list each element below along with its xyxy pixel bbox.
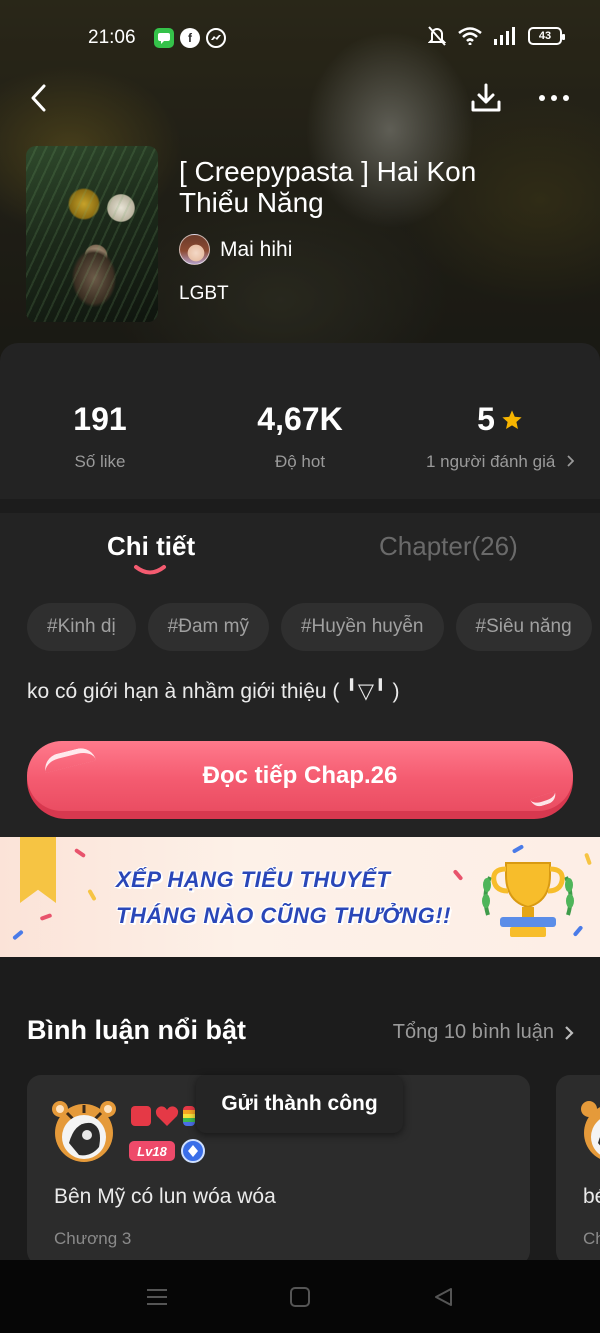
- commenter-avatar: [52, 1101, 116, 1162]
- more-dot: [551, 95, 557, 101]
- ranking-banner[interactable]: XẾP HẠNG TIỂU THUYẾT THÁNG NÀO CŨNG THƯỞ…: [0, 837, 600, 957]
- tag-list: #Kinh dị #Đam mỹ #Huyền huyễn #Siêu năng: [27, 603, 592, 651]
- bookmark-ribbon-icon: [20, 837, 56, 903]
- confetti-decoration: [73, 847, 87, 859]
- story-title: [ Creepypasta ] Hai Kon Thiểu Năng: [179, 156, 477, 218]
- heart-icon: [155, 1106, 179, 1126]
- top-navigation: [0, 76, 600, 120]
- commenter-avatar: [581, 1101, 600, 1159]
- likes-value: 191: [73, 401, 127, 437]
- status-time: 21:06: [88, 27, 136, 48]
- rating-value-row: 5: [420, 401, 580, 438]
- author-name: Mai hihi: [220, 237, 293, 261]
- trophy-icon: [482, 862, 574, 937]
- system-navigation-bar: [0, 1260, 600, 1333]
- chevron-right-icon: [567, 455, 575, 467]
- messages-icon: [154, 28, 174, 48]
- chevron-right-icon: [565, 1025, 574, 1040]
- comment-text: Bên Mỹ có lun wóa wóa: [54, 1185, 276, 1208]
- confetti-decoration: [511, 844, 525, 854]
- battery-level: 43: [538, 30, 552, 42]
- wifi-icon: [458, 27, 482, 45]
- download-icon: [471, 83, 501, 112]
- messenger-icon: [206, 28, 226, 48]
- stats-panel: 191 Số like 4,67K Độ hot 5 1 người đánh …: [0, 343, 600, 499]
- story-description: ko có giới hạn à nhầm giới thiệu ( ╹▽╹ ): [27, 680, 400, 703]
- home-square-icon: [290, 1287, 310, 1307]
- confetti-decoration: [12, 929, 24, 941]
- more-options-button[interactable]: [532, 78, 576, 118]
- mute-bell-icon: [428, 26, 446, 46]
- detail-section: Chi tiết Chapter(26) #Kinh dị #Đam mỹ #H…: [0, 513, 600, 837]
- signal-icon: [494, 27, 515, 45]
- tag-chip[interactable]: #Kinh dị: [27, 603, 136, 651]
- rating-label-row: 1 người đánh giá: [420, 452, 580, 472]
- verified-shield-icon: [181, 1139, 205, 1163]
- recent-apps-button[interactable]: [142, 1282, 172, 1312]
- author-avatar: [179, 234, 210, 265]
- author-link[interactable]: Mai hihi: [179, 234, 292, 265]
- download-button[interactable]: [466, 78, 506, 118]
- rainbow-flag-icon: [183, 1106, 195, 1126]
- tab-details[interactable]: Chi tiết: [107, 531, 195, 562]
- confetti-decoration: [452, 869, 464, 881]
- toast-message: Gửi thành công: [196, 1075, 403, 1133]
- tag-chip[interactable]: #Đam mỹ: [147, 603, 269, 651]
- comment-chapter: Ch: [583, 1229, 600, 1248]
- story-category[interactable]: LGBT: [179, 283, 229, 305]
- confetti-decoration: [584, 852, 592, 866]
- more-dot: [539, 95, 545, 101]
- menu-icon: [147, 1289, 167, 1305]
- user-badges: [131, 1105, 195, 1127]
- banner-subheadline: THÁNG NÀO CŨNG THƯỞNG!!: [116, 903, 451, 928]
- continue-reading-button[interactable]: Đọc tiếp Chap.26: [27, 741, 573, 819]
- system-icons: 43: [428, 26, 565, 46]
- stat-likes: 191 Số like: [40, 401, 160, 472]
- confetti-decoration: [87, 888, 97, 902]
- star-icon: [502, 409, 522, 429]
- user-level-badge: Lv18: [129, 1141, 175, 1161]
- facebook-icon: f: [180, 28, 200, 48]
- back-button[interactable]: [18, 78, 58, 118]
- comment-text: bé: [583, 1185, 600, 1208]
- confetti-decoration: [39, 913, 53, 921]
- chevron-left-icon: [31, 84, 46, 112]
- comment-chapter: Chương 3: [54, 1229, 132, 1248]
- tag-chip[interactable]: #Huyền huyễn: [280, 603, 444, 651]
- status-bar: 21:06 f 43: [0, 0, 600, 76]
- home-button[interactable]: [285, 1282, 315, 1312]
- notification-icons: f: [154, 28, 226, 48]
- comments-heading: Bình luận nổi bật: [27, 1015, 246, 1045]
- stat-rating[interactable]: 5 1 người đánh giá: [420, 401, 580, 472]
- banner-headline: XẾP HẠNG TIỂU THUYẾT: [116, 867, 391, 892]
- tag-chip[interactable]: #Siêu năng: [455, 603, 592, 651]
- rating-value: 5: [477, 401, 495, 437]
- more-dot: [563, 95, 569, 101]
- continue-reading-label: Đọc tiếp Chap.26: [27, 741, 573, 811]
- tab-chapters[interactable]: Chapter(26): [379, 531, 518, 562]
- all-comments-link[interactable]: Tổng 10 bình luận: [393, 1021, 574, 1044]
- likes-label: Số like: [74, 452, 126, 471]
- active-tab-indicator: [134, 565, 166, 575]
- story-cover-image[interactable]: [26, 146, 158, 322]
- hot-label: Độ hot: [274, 452, 326, 471]
- comments-total-label: Tổng 10 bình luận: [392, 1021, 554, 1043]
- stat-hot: 4,67K Độ hot: [225, 401, 375, 472]
- triangle-back-icon: [435, 1288, 452, 1306]
- battery-icon: 43: [528, 27, 565, 45]
- hot-value: 4,67K: [257, 401, 343, 437]
- rating-count-label: 1 người đánh giá: [425, 452, 556, 471]
- system-back-button[interactable]: [428, 1282, 458, 1312]
- badge-icon: [131, 1106, 151, 1126]
- comment-card[interactable]: bé Ch: [556, 1075, 600, 1265]
